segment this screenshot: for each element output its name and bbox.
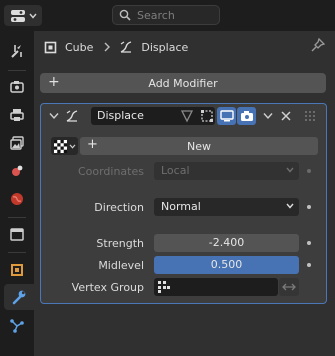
direction-dropdown[interactable]: Normal <box>154 198 299 216</box>
add-modifier-button[interactable]: + Add Modifier <box>40 73 326 93</box>
plus-icon: + <box>87 137 98 152</box>
new-texture-label: New <box>187 139 211 153</box>
arrows-left-right-icon <box>282 283 296 291</box>
keyframe-dot[interactable] <box>307 263 311 267</box>
edit-mode-toggle[interactable] <box>197 107 216 125</box>
wrench-screwdriver-icon <box>11 45 22 58</box>
chevron-down-icon <box>286 167 294 173</box>
camera-icon <box>240 111 253 121</box>
tab-scene[interactable] <box>4 158 30 184</box>
editor-type-selector[interactable] <box>4 5 42 26</box>
midlevel-slider[interactable]: 0.500 <box>154 256 299 274</box>
vertex-group-icon <box>158 281 170 293</box>
breadcrumb-modifier: Displace <box>141 40 189 54</box>
keyframe-dot[interactable] <box>307 169 311 173</box>
strength-label: Strength <box>96 237 144 250</box>
tab-object[interactable] <box>4 257 30 283</box>
direction-label: Direction <box>94 201 144 214</box>
tab-output[interactable] <box>4 102 30 128</box>
add-modifier-label: Add Modifier <box>148 76 218 90</box>
printer-icon <box>10 109 24 121</box>
search-input[interactable]: Search <box>112 5 220 25</box>
chevron-down-icon <box>286 203 294 209</box>
texture-browse-button[interactable] <box>51 137 78 155</box>
close-icon[interactable] <box>281 111 291 121</box>
collapse-chevron-icon[interactable] <box>49 112 59 120</box>
modifier-header: Displace <box>41 104 326 128</box>
search-icon <box>119 9 131 21</box>
tab-collection[interactable] <box>4 221 30 247</box>
new-texture-button[interactable]: + New <box>80 137 318 155</box>
images-icon <box>10 136 24 150</box>
keyframe-dot[interactable] <box>307 205 311 209</box>
midlevel-label: Midlevel <box>98 259 144 272</box>
tab-world[interactable] <box>4 186 30 212</box>
chevron-down-icon <box>69 143 76 149</box>
object-cube-icon <box>11 264 23 276</box>
search-placeholder: Search <box>137 8 175 22</box>
tab-particles[interactable] <box>4 313 30 339</box>
properties-tab-bar <box>0 31 34 356</box>
realtime-toggle[interactable] <box>217 107 236 125</box>
vertex-group-field[interactable] <box>154 278 278 296</box>
render-camera-icon <box>10 81 24 93</box>
chevron-right-icon <box>104 42 111 52</box>
breadcrumb: Cube Displace <box>44 38 188 56</box>
top-bar: Search <box>0 0 335 31</box>
particles-icon <box>10 319 24 333</box>
keyframe-dot[interactable] <box>307 241 311 245</box>
coordinates-value: Local <box>161 164 190 177</box>
edit-mode-icon <box>200 110 213 122</box>
displace-modifier-icon <box>66 110 78 122</box>
strength-field[interactable]: -2.400 <box>154 234 299 252</box>
pin-icon <box>311 37 326 52</box>
object-cube-icon <box>44 41 57 53</box>
tab-render[interactable] <box>4 74 30 100</box>
displace-modifier-icon <box>121 41 132 53</box>
world-globe-icon <box>11 193 23 205</box>
direction-value: Normal <box>161 200 201 213</box>
drag-handle-icon[interactable] <box>303 110 315 122</box>
chevron-down-icon[interactable] <box>263 112 273 120</box>
chevron-down-icon <box>28 13 37 19</box>
plus-icon: + <box>48 74 60 90</box>
pin-button[interactable] <box>311 37 326 55</box>
checker-texture-icon <box>54 139 67 153</box>
coordinates-label: Coordinates <box>77 165 144 178</box>
breadcrumb-object: Cube <box>65 40 94 54</box>
monitor-icon <box>219 110 234 122</box>
scene-icon <box>12 165 23 176</box>
properties-editor-icon <box>10 9 25 22</box>
displace-modifier-panel: Displace + New Coordinates Local Directi… <box>40 103 327 304</box>
vertex-triangle-icon <box>180 110 193 123</box>
coordinates-dropdown[interactable]: Local <box>154 162 299 180</box>
vertex-group-label: Vertex Group <box>71 281 144 294</box>
tab-modifiers[interactable] <box>4 284 34 310</box>
render-toggle[interactable] <box>237 107 256 125</box>
on-cage-toggle[interactable] <box>177 107 196 125</box>
tab-tool[interactable] <box>4 38 30 64</box>
wrench-icon <box>12 290 26 305</box>
collection-box-icon <box>10 228 24 241</box>
tab-view-layer[interactable] <box>4 130 30 156</box>
invert-vertex-group-button[interactable] <box>279 278 299 296</box>
